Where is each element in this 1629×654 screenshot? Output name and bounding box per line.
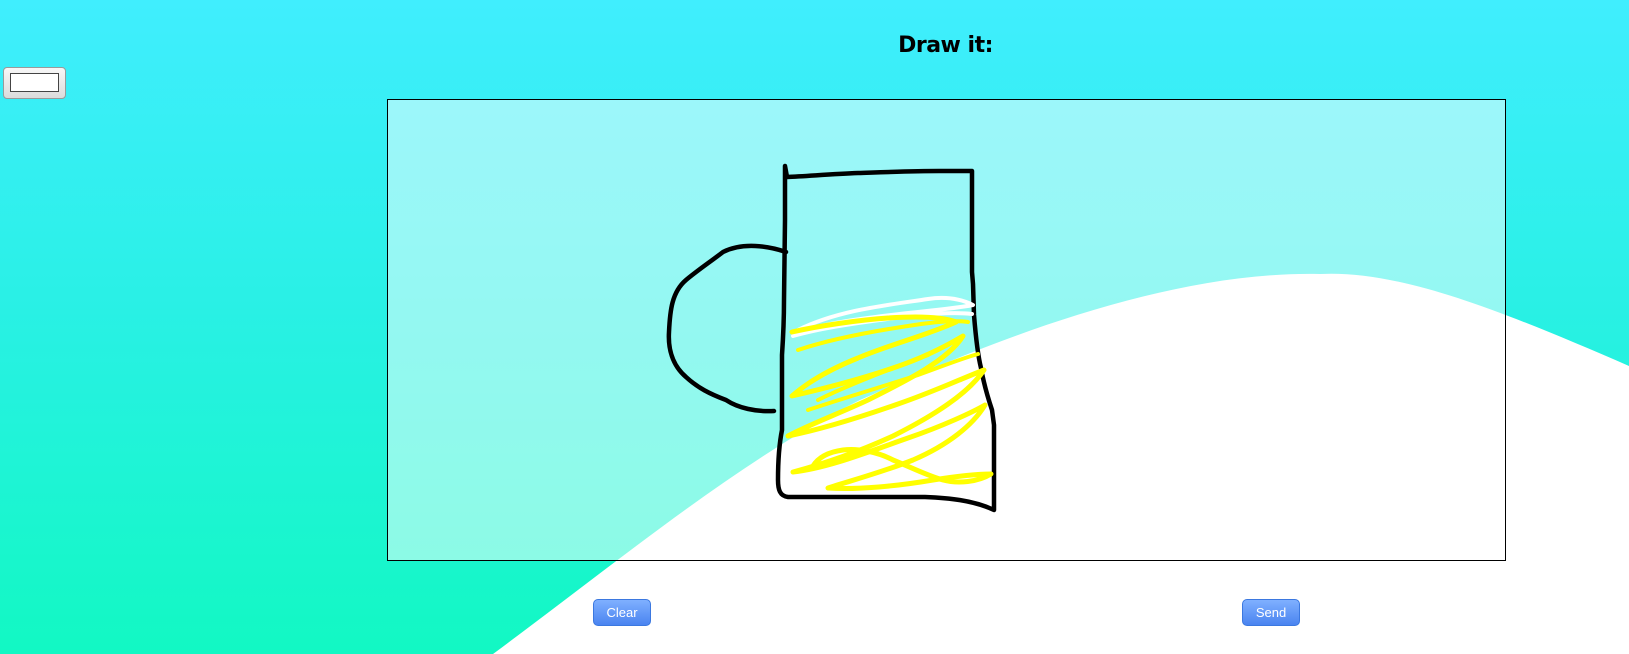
liquid-fill-stroke-extra (796, 319, 980, 412)
page-title: Draw it: (898, 32, 993, 58)
drawing-canvas[interactable] (387, 99, 1506, 561)
send-button[interactable]: Send (1242, 599, 1300, 626)
color-swatch (10, 73, 59, 92)
color-picker-button[interactable] (3, 67, 66, 99)
clear-button[interactable]: Clear (593, 599, 651, 626)
jug-handle-stroke (666, 243, 789, 414)
drawing-strokes (666, 163, 997, 513)
